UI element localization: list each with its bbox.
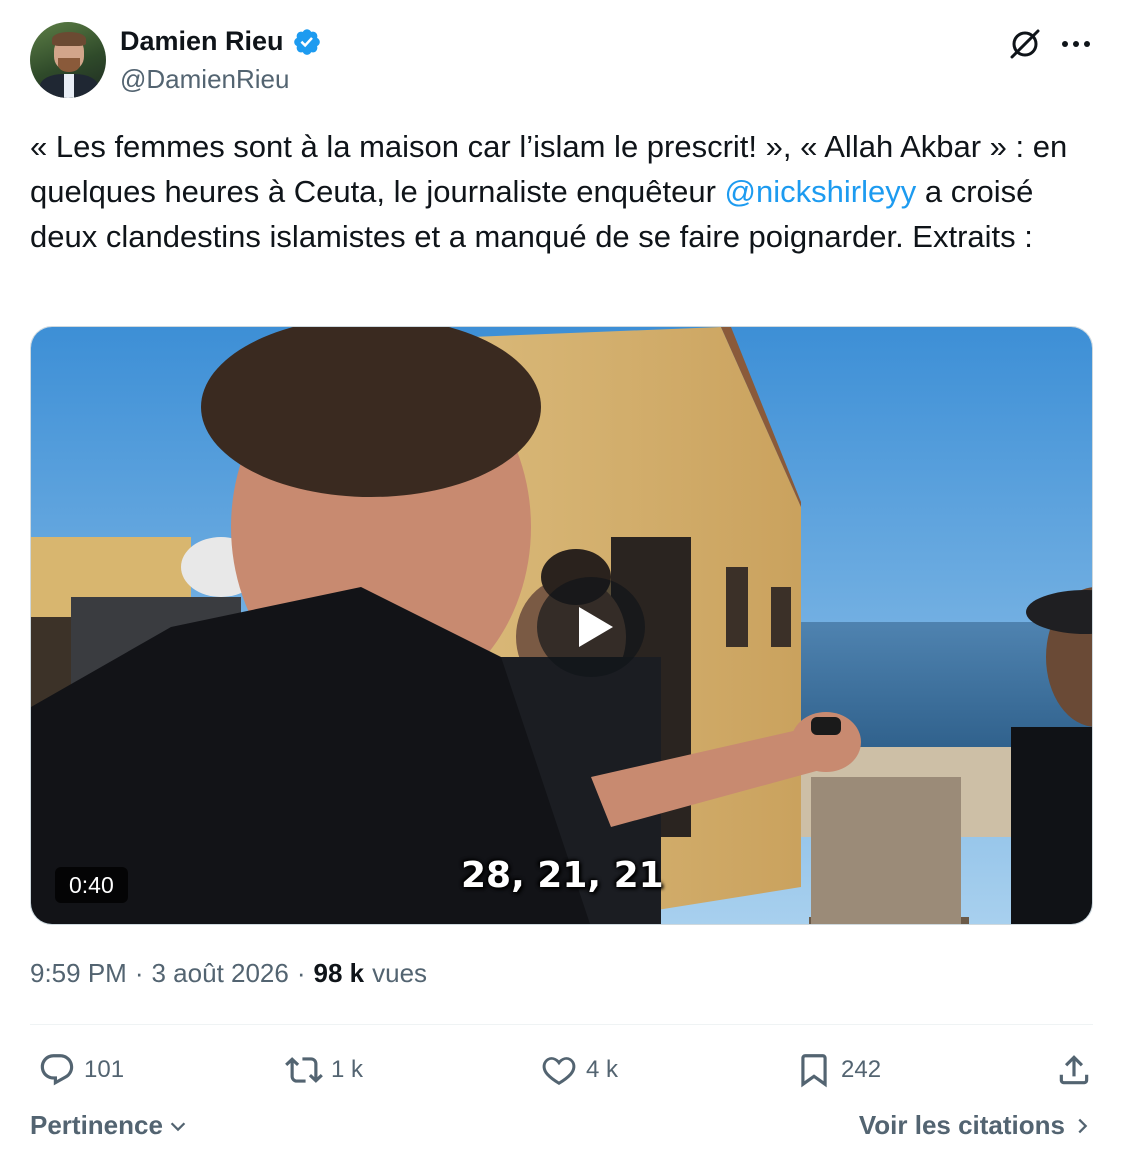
bookmark-icon [801,1054,827,1088]
tweet-meta: 9:59 PM · 3 août 2026 · 98 k vues [30,958,427,989]
meta-separator: · [296,958,306,988]
grok-icon[interactable] [1007,26,1043,62]
sort-dropdown[interactable]: Pertinence [30,1110,189,1141]
view-quotes-link[interactable]: Voir les citations [859,1110,1093,1141]
tweet-mention-link[interactable]: @nickshirleyy [725,174,917,209]
more-dot [1084,41,1090,47]
reply-count: 101 [84,1056,125,1083]
more-dot [1073,41,1079,47]
more-dot [1062,41,1068,47]
tweet-header: Damien Rieu @DamienRieu [30,22,1093,102]
reply-icon [40,1054,74,1086]
author-name-row: Damien Rieu [120,26,322,57]
like-button[interactable]: 4 k [540,1044,618,1096]
avatar-hair [52,32,86,46]
video-subtitle: 28, 21, 21 [461,855,664,896]
quotes-label: Voir les citations [858,1110,1065,1140]
heart-icon [542,1057,576,1086]
reply-button[interactable]: 101 [38,1044,124,1096]
chevron-down-icon [170,1121,186,1131]
divider [30,1024,1093,1025]
video-duration-badge: 0:40 [55,867,128,903]
meta-separator: · [134,958,144,988]
repost-count: 1 k [331,1056,364,1083]
play-icon [579,607,613,647]
like-count: 4 k [586,1056,619,1083]
views-count: 98 k [313,958,365,988]
tweet-time[interactable]: 9:59 PM [30,958,127,989]
avatar-beard [58,58,80,72]
tweet-date[interactable]: 3 août 2026 [152,958,289,989]
more-icon[interactable] [1059,30,1093,58]
sort-label: Pertinence [30,1110,163,1140]
avatar-shirt [64,74,74,98]
views-label: vues [372,958,428,988]
repost-icon [285,1057,323,1083]
bookmark-button[interactable]: 242 [795,1044,881,1096]
chevron-right-icon [1078,1118,1088,1133]
verified-badge-icon [293,28,320,55]
share-button[interactable] [1055,1044,1093,1096]
play-button[interactable] [537,577,645,677]
author-name[interactable]: Damien Rieu [120,26,284,57]
bookmark-count: 242 [841,1056,882,1083]
repost-button[interactable]: 1 k [285,1044,363,1096]
author-avatar[interactable] [30,22,106,98]
action-bar: 101 1 k 4 k 242 [30,1044,1093,1096]
share-icon [1059,1055,1089,1085]
replies-footer: Pertinence Voir les citations [30,1110,1093,1150]
author-handle[interactable]: @DamienRieu [120,64,289,95]
video-player[interactable]: 28, 21, 21 0:40 [30,326,1093,925]
tweet-text: « Les femmes sont à la maison car l’isla… [30,124,1095,259]
